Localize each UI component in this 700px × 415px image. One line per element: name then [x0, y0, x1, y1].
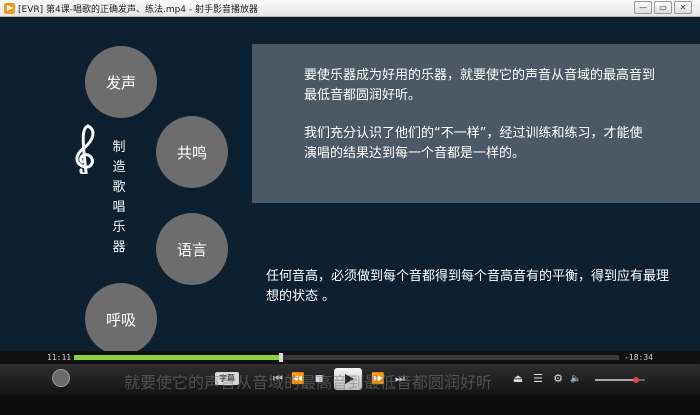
playlist-icon[interactable]: ☰ — [530, 370, 546, 388]
lower-paragraph: 任何音高，必须做到每个音都得到每个音高音有的平衡，得到应有最理想的状态 。 — [266, 269, 670, 304]
vertical-slide-title: 制 造 歌 唱 乐 器 — [110, 138, 128, 258]
window-controls: — ▭ ✕ — [634, 1, 692, 14]
volume-handle[interactable] — [633, 377, 639, 383]
status-bar — [0, 395, 700, 415]
circle-yuyan: 语言 — [156, 213, 228, 285]
title-char: 乐 — [112, 220, 126, 235]
panel-paragraph-2: 我们充分认识了他们的“不一样”，经过训练和练习，才能使演唱的结果达到每一个音都是… — [304, 126, 643, 161]
volume-icon[interactable]: 🔈 — [568, 370, 584, 388]
treble-clef-icon — [75, 124, 95, 174]
title-char: 歌 — [112, 180, 126, 195]
settings-icon[interactable]: ⚙ — [550, 370, 566, 388]
video-frame[interactable]: 发声 共鸣 语言 呼吸 制 造 歌 唱 乐 器 要使乐器成为好用的乐器，就要使它… — [0, 18, 700, 351]
circle-huxi: 呼吸 — [85, 283, 157, 351]
title-char: 器 — [112, 240, 126, 255]
subtitle-caption: 就要使它的声音从音域的最高音到最低音都圆润好听 — [124, 373, 493, 392]
title-char: 制 — [112, 140, 126, 155]
title-char: 唱 — [112, 200, 126, 215]
seek-row: 11:11 -18:34 — [0, 351, 700, 364]
restore-button[interactable]: ▭ — [654, 1, 672, 14]
text-panel: 要使乐器成为好用的乐器，就要使它的声音从音域的最高音到最低音都圆润好听。 我们充… — [252, 44, 700, 203]
close-button[interactable]: ✕ — [674, 1, 692, 14]
seek-bar[interactable] — [74, 353, 619, 362]
circle-fasheng: 发声 — [85, 46, 157, 118]
circle-gongming: 共鸣 — [156, 116, 228, 188]
seek-handle[interactable] — [279, 353, 284, 362]
seek-fill — [74, 355, 282, 360]
volume-fill — [595, 379, 636, 381]
player-app-icon — [4, 2, 15, 14]
account-avatar[interactable] — [52, 369, 70, 387]
minimize-button[interactable]: — — [634, 1, 652, 14]
volume-slider[interactable] — [595, 377, 645, 383]
window-title: [EVR] 第4课-唱歌的正确发声、练法.mp4 - 射手影音播放器 — [18, 4, 258, 15]
title-bar: [EVR] 第4课-唱歌的正确发声、练法.mp4 - 射手影音播放器 — ▭ ✕ — [0, 0, 700, 17]
panel-paragraph-1: 要使乐器成为好用的乐器，就要使它的声音从音域的最高音到最低音都圆润好听。 — [304, 68, 656, 103]
remaining-time: -18:34 — [624, 353, 653, 362]
open-file-icon[interactable]: ⏏ — [510, 370, 526, 388]
elapsed-time: 11:11 — [47, 353, 72, 362]
title-char: 造 — [112, 160, 126, 175]
